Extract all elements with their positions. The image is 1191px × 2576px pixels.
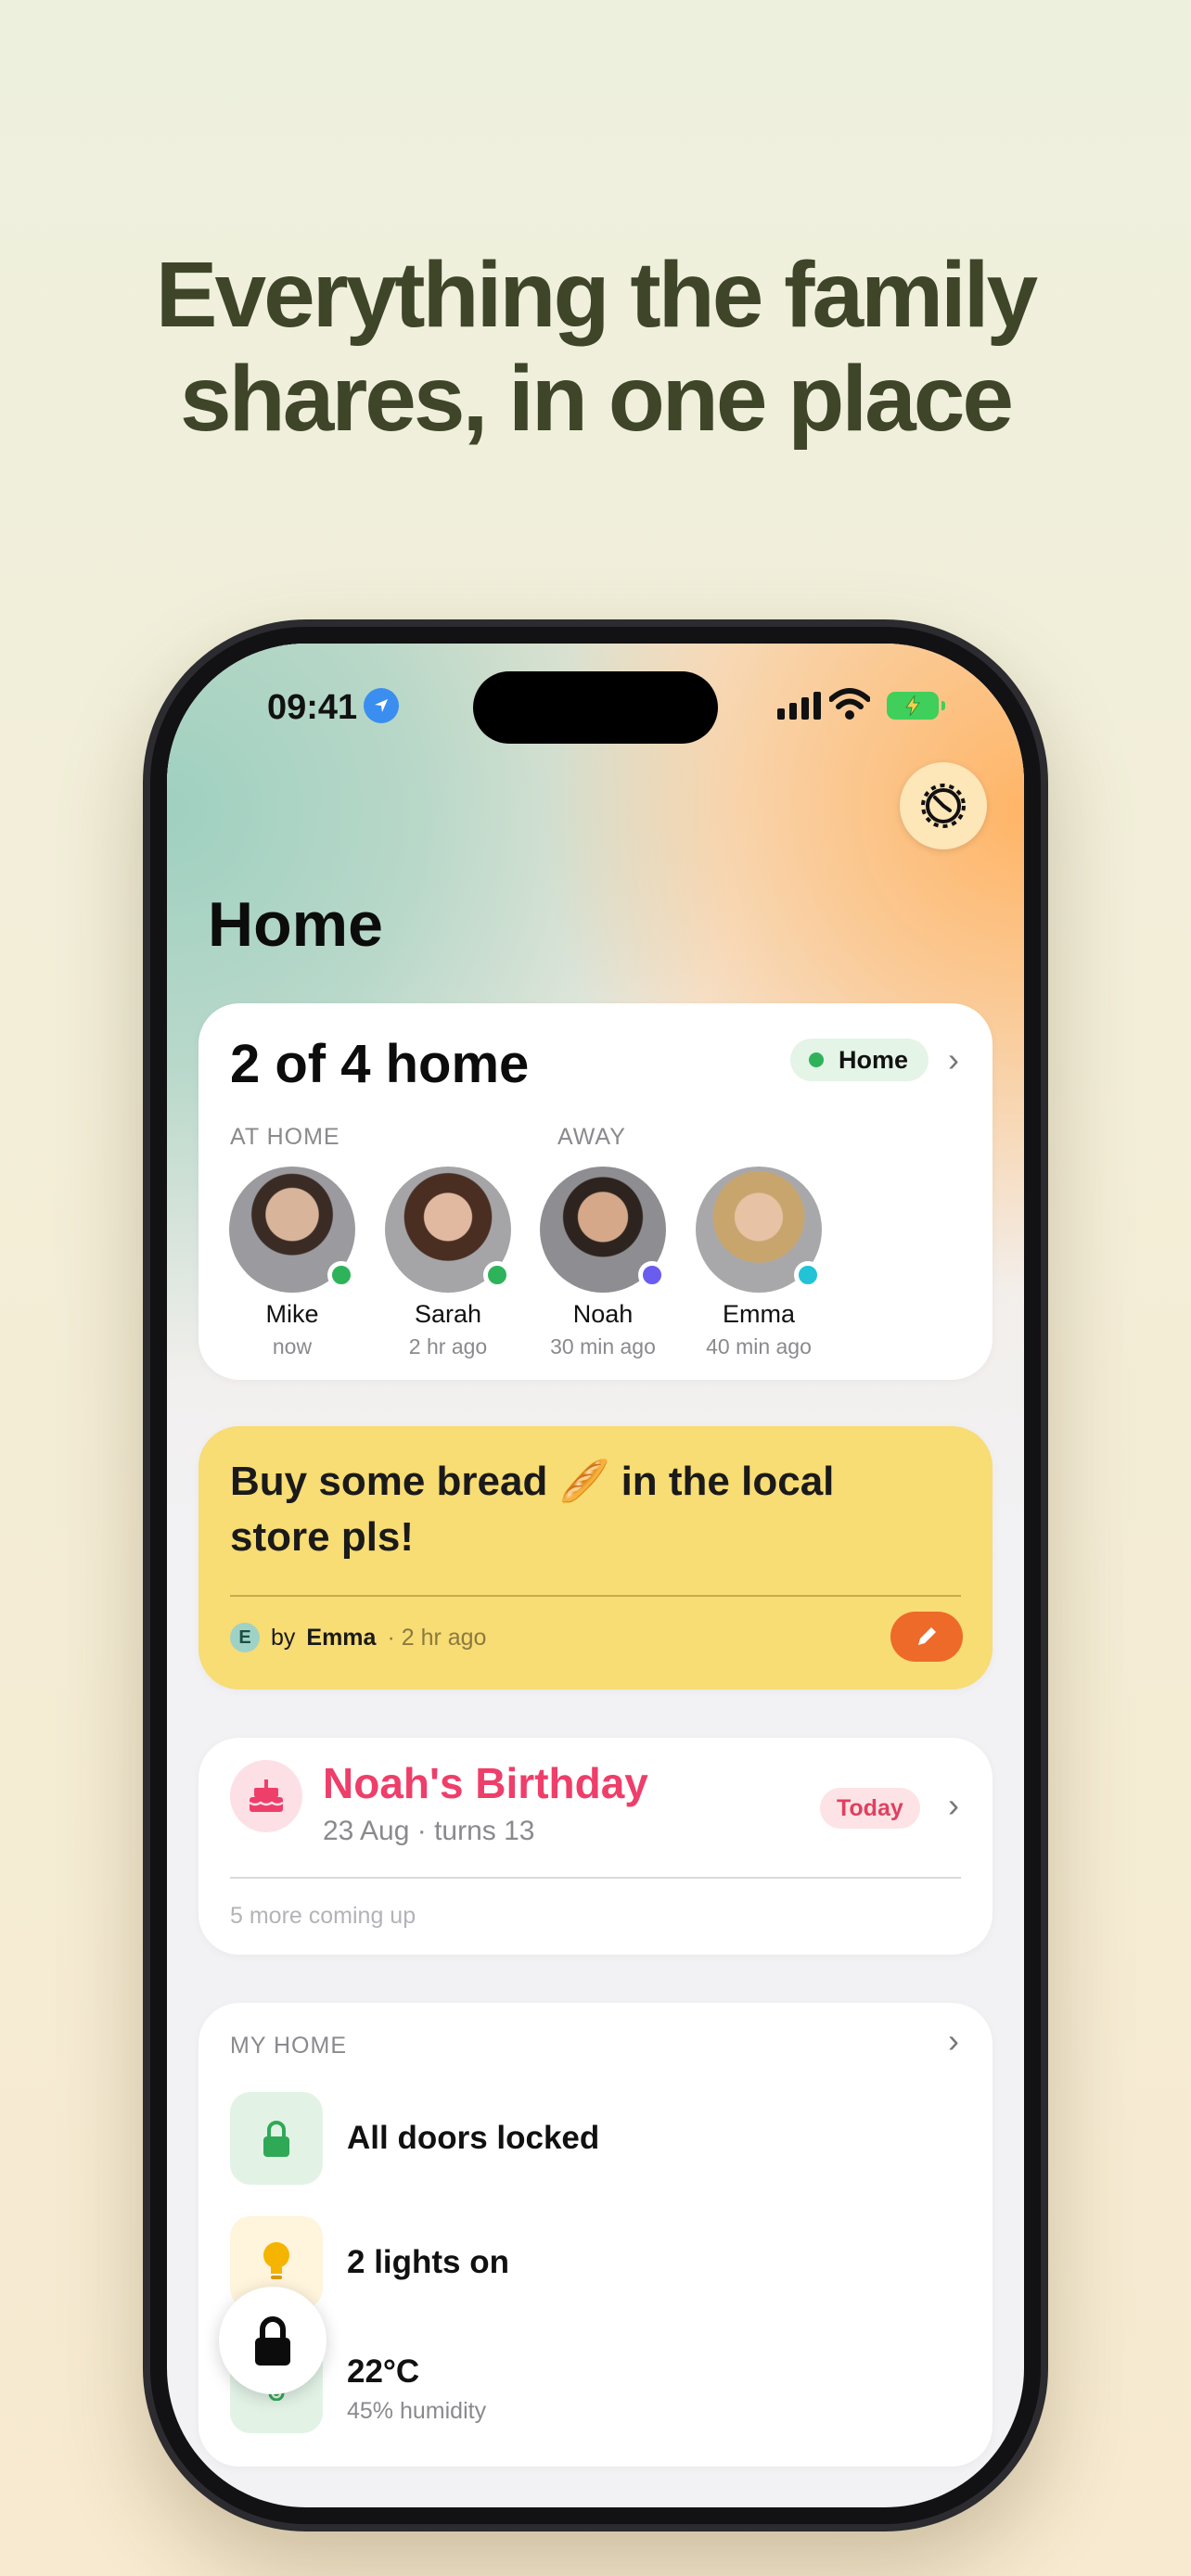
chevron-right-icon[interactable]: › — [948, 2021, 959, 2060]
temperature-value: 22°C — [347, 2353, 420, 2390]
avatar — [385, 1167, 511, 1293]
presence-summary: 2 of 4 home — [230, 1034, 530, 1094]
member-name: Noah — [572, 1300, 634, 1328]
home-status-pill[interactable]: Home — [790, 1039, 929, 1081]
chevron-right-icon[interactable]: › — [948, 1786, 959, 1825]
member-mike[interactable]: Mike now — [213, 1167, 371, 1359]
my-home-card[interactable]: MY HOME › All doors locked 2 lights on 2… — [198, 2003, 992, 2467]
more-birthdays-link[interactable]: 5 more coming up — [230, 1903, 416, 1930]
member-last-seen: now — [272, 1334, 313, 1358]
at-home-label: AT HOME — [230, 1124, 340, 1150]
member-emma[interactable]: Emma 40 min ago — [680, 1167, 838, 1359]
avatar — [229, 1167, 355, 1293]
status-dot — [809, 1052, 824, 1067]
avatar — [540, 1167, 666, 1293]
phone-frame: 09:41 Home 2 of 4 home Home › AT HOME AW… — [143, 619, 1048, 2531]
bulb-icon — [263, 2242, 289, 2279]
note-text: Buy some bread 🥖 in the local store pls! — [230, 1459, 835, 1560]
avatar — [696, 1167, 822, 1293]
member-last-seen: 2 hr ago — [408, 1334, 488, 1358]
humidity-value: 45% humidity — [347, 2398, 487, 2424]
wifi-icon — [828, 688, 871, 726]
lights-status: 2 lights on — [347, 2244, 509, 2280]
by-label: by — [271, 1624, 296, 1651]
note-time: · 2 hr ago — [387, 1624, 487, 1651]
note-meta: E by Emma · 2 hr ago — [230, 1623, 486, 1652]
settings-button[interactable] — [900, 762, 987, 849]
lock-tile[interactable] — [230, 2092, 323, 2185]
page-title: Home — [208, 889, 383, 960]
chevron-right-icon[interactable]: › — [948, 1040, 959, 1079]
note-author: Emma — [306, 1624, 377, 1651]
member-sarah[interactable]: Sarah 2 hr ago — [369, 1167, 527, 1359]
status-time: 09:41 — [267, 688, 358, 727]
edit-note-button[interactable] — [890, 1612, 963, 1662]
shared-note-card[interactable]: Buy some bread 🥖 in the local store pls!… — [198, 1426, 992, 1690]
cellular-signal-icon — [777, 692, 821, 720]
divider — [230, 1877, 961, 1879]
birthday-card[interactable]: Noah's Birthday 23 Aug · turns 13 Today … — [198, 1738, 992, 1955]
battery-charging-icon — [887, 692, 945, 720]
doors-status: All doors locked — [347, 2120, 600, 2156]
headline-line-1: Everything the family — [155, 243, 1038, 347]
pencil-icon — [918, 1627, 936, 1645]
lock-icon — [255, 2316, 290, 2366]
location-arrow-icon — [364, 688, 399, 723]
lock-icon — [263, 2121, 289, 2157]
phone-screen: 09:41 Home 2 of 4 home Home › AT HOME AW… — [167, 644, 1024, 2507]
author-initial-badge: E — [230, 1623, 260, 1652]
member-name: Emma — [722, 1300, 795, 1328]
today-badge: Today — [820, 1788, 920, 1829]
member-name: Mike — [265, 1300, 319, 1328]
cake-icon — [230, 1760, 302, 1832]
presence-status-dot — [327, 1261, 355, 1289]
presence-status-dot — [483, 1261, 511, 1289]
headline: Everything the family shares, in one pla… — [0, 243, 1191, 451]
home-status-label: Home — [839, 1045, 909, 1074]
presence-status-dot — [638, 1261, 666, 1289]
member-name: Sarah — [414, 1300, 482, 1328]
dynamic-island — [473, 671, 718, 744]
my-home-label: MY HOME — [230, 2033, 347, 2059]
gear-icon — [921, 784, 966, 828]
birthday-subtitle: 23 Aug · turns 13 — [323, 1816, 535, 1846]
headline-line-2: shares, in one place — [180, 347, 1014, 451]
family-presence-card[interactable]: 2 of 4 home Home › AT HOME AWAY Mike now… — [198, 1003, 992, 1380]
member-last-seen: 40 min ago — [706, 1334, 812, 1358]
away-label: AWAY — [557, 1124, 626, 1150]
member-last-seen: 30 min ago — [550, 1334, 656, 1358]
divider — [230, 1595, 961, 1597]
lock-button[interactable] — [219, 2287, 327, 2394]
member-noah[interactable]: Noah 30 min ago — [524, 1167, 682, 1359]
presence-status-dot — [794, 1261, 822, 1289]
birthday-title: Noah's Birthday — [323, 1759, 648, 1807]
